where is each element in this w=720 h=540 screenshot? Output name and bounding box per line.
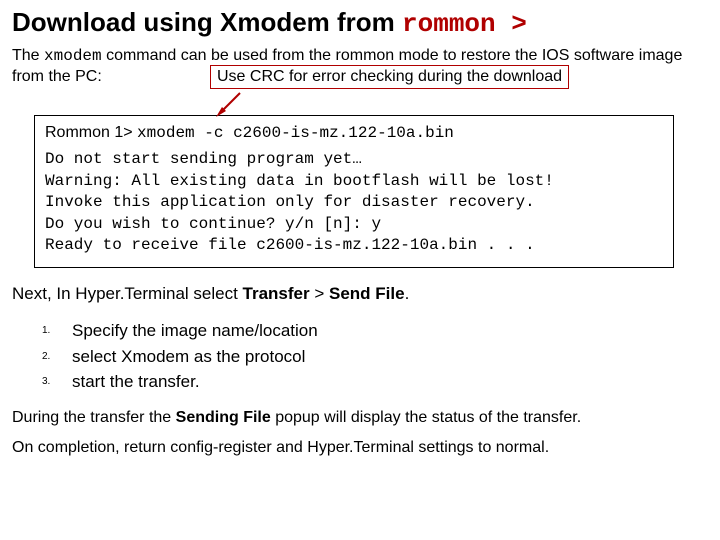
during-transfer-paragraph: During the transfer the Sending File pop… bbox=[12, 409, 708, 427]
para1-bold: Sending File bbox=[176, 409, 271, 426]
list-item: 1. Specify the image name/location bbox=[42, 318, 708, 344]
title-mono: rommon > bbox=[402, 9, 527, 39]
page-title: Download using Xmodem from rommon > bbox=[12, 8, 708, 40]
steps-list: 1. Specify the image name/location 2. sele… bbox=[42, 318, 708, 395]
terminal-line: Do not start sending program yet… bbox=[45, 149, 663, 171]
next-step-line: Next, In Hyper.Terminal select Transfer … bbox=[12, 284, 708, 304]
next-mid: > bbox=[310, 284, 329, 303]
terminal-line: Do you wish to continue? y/n [n]: y bbox=[45, 214, 663, 236]
completion-paragraph: On completion, return config-register an… bbox=[12, 439, 708, 457]
step-text: start the transfer. bbox=[72, 372, 200, 391]
para1-post: popup will display the status of the tra… bbox=[271, 409, 581, 426]
step-text: Specify the image name/location bbox=[72, 321, 318, 340]
terminal-prompt: Rommon 1> bbox=[45, 124, 133, 141]
next-post: . bbox=[405, 284, 410, 303]
intro-pre: The bbox=[12, 47, 44, 64]
step-number: 3. bbox=[42, 374, 50, 389]
next-sendfile: Send File bbox=[329, 284, 405, 303]
list-item: 3. start the transfer. bbox=[42, 369, 708, 395]
terminal-line: Invoke this application only for disaste… bbox=[45, 192, 663, 214]
terminal-line: Ready to receive file c2600-is-mz.122-10… bbox=[45, 235, 663, 257]
terminal-line: Warning: All existing data in bootflash … bbox=[45, 171, 663, 193]
terminal-command-line: Rommon 1> xmodem -c c2600-is-mz.122-10a.… bbox=[45, 122, 663, 145]
step-number: 2. bbox=[42, 349, 50, 364]
intro-cmd: xmodem bbox=[44, 47, 102, 65]
title-text: Download using Xmodem from bbox=[12, 7, 402, 37]
crc-callout: Use CRC for error checking during the do… bbox=[210, 65, 569, 89]
terminal-box: Rommon 1> xmodem -c c2600-is-mz.122-10a.… bbox=[34, 115, 674, 268]
next-transfer: Transfer bbox=[243, 284, 310, 303]
step-number: 1. bbox=[42, 323, 50, 338]
step-text: select Xmodem as the protocol bbox=[72, 347, 305, 366]
terminal-command: xmodem -c c2600-is-mz.122-10a.bin bbox=[137, 124, 454, 142]
next-pre: Next, In Hyper.Terminal select bbox=[12, 284, 243, 303]
list-item: 2. select Xmodem as the protocol bbox=[42, 344, 708, 370]
para1-pre: During the transfer the bbox=[12, 409, 176, 426]
